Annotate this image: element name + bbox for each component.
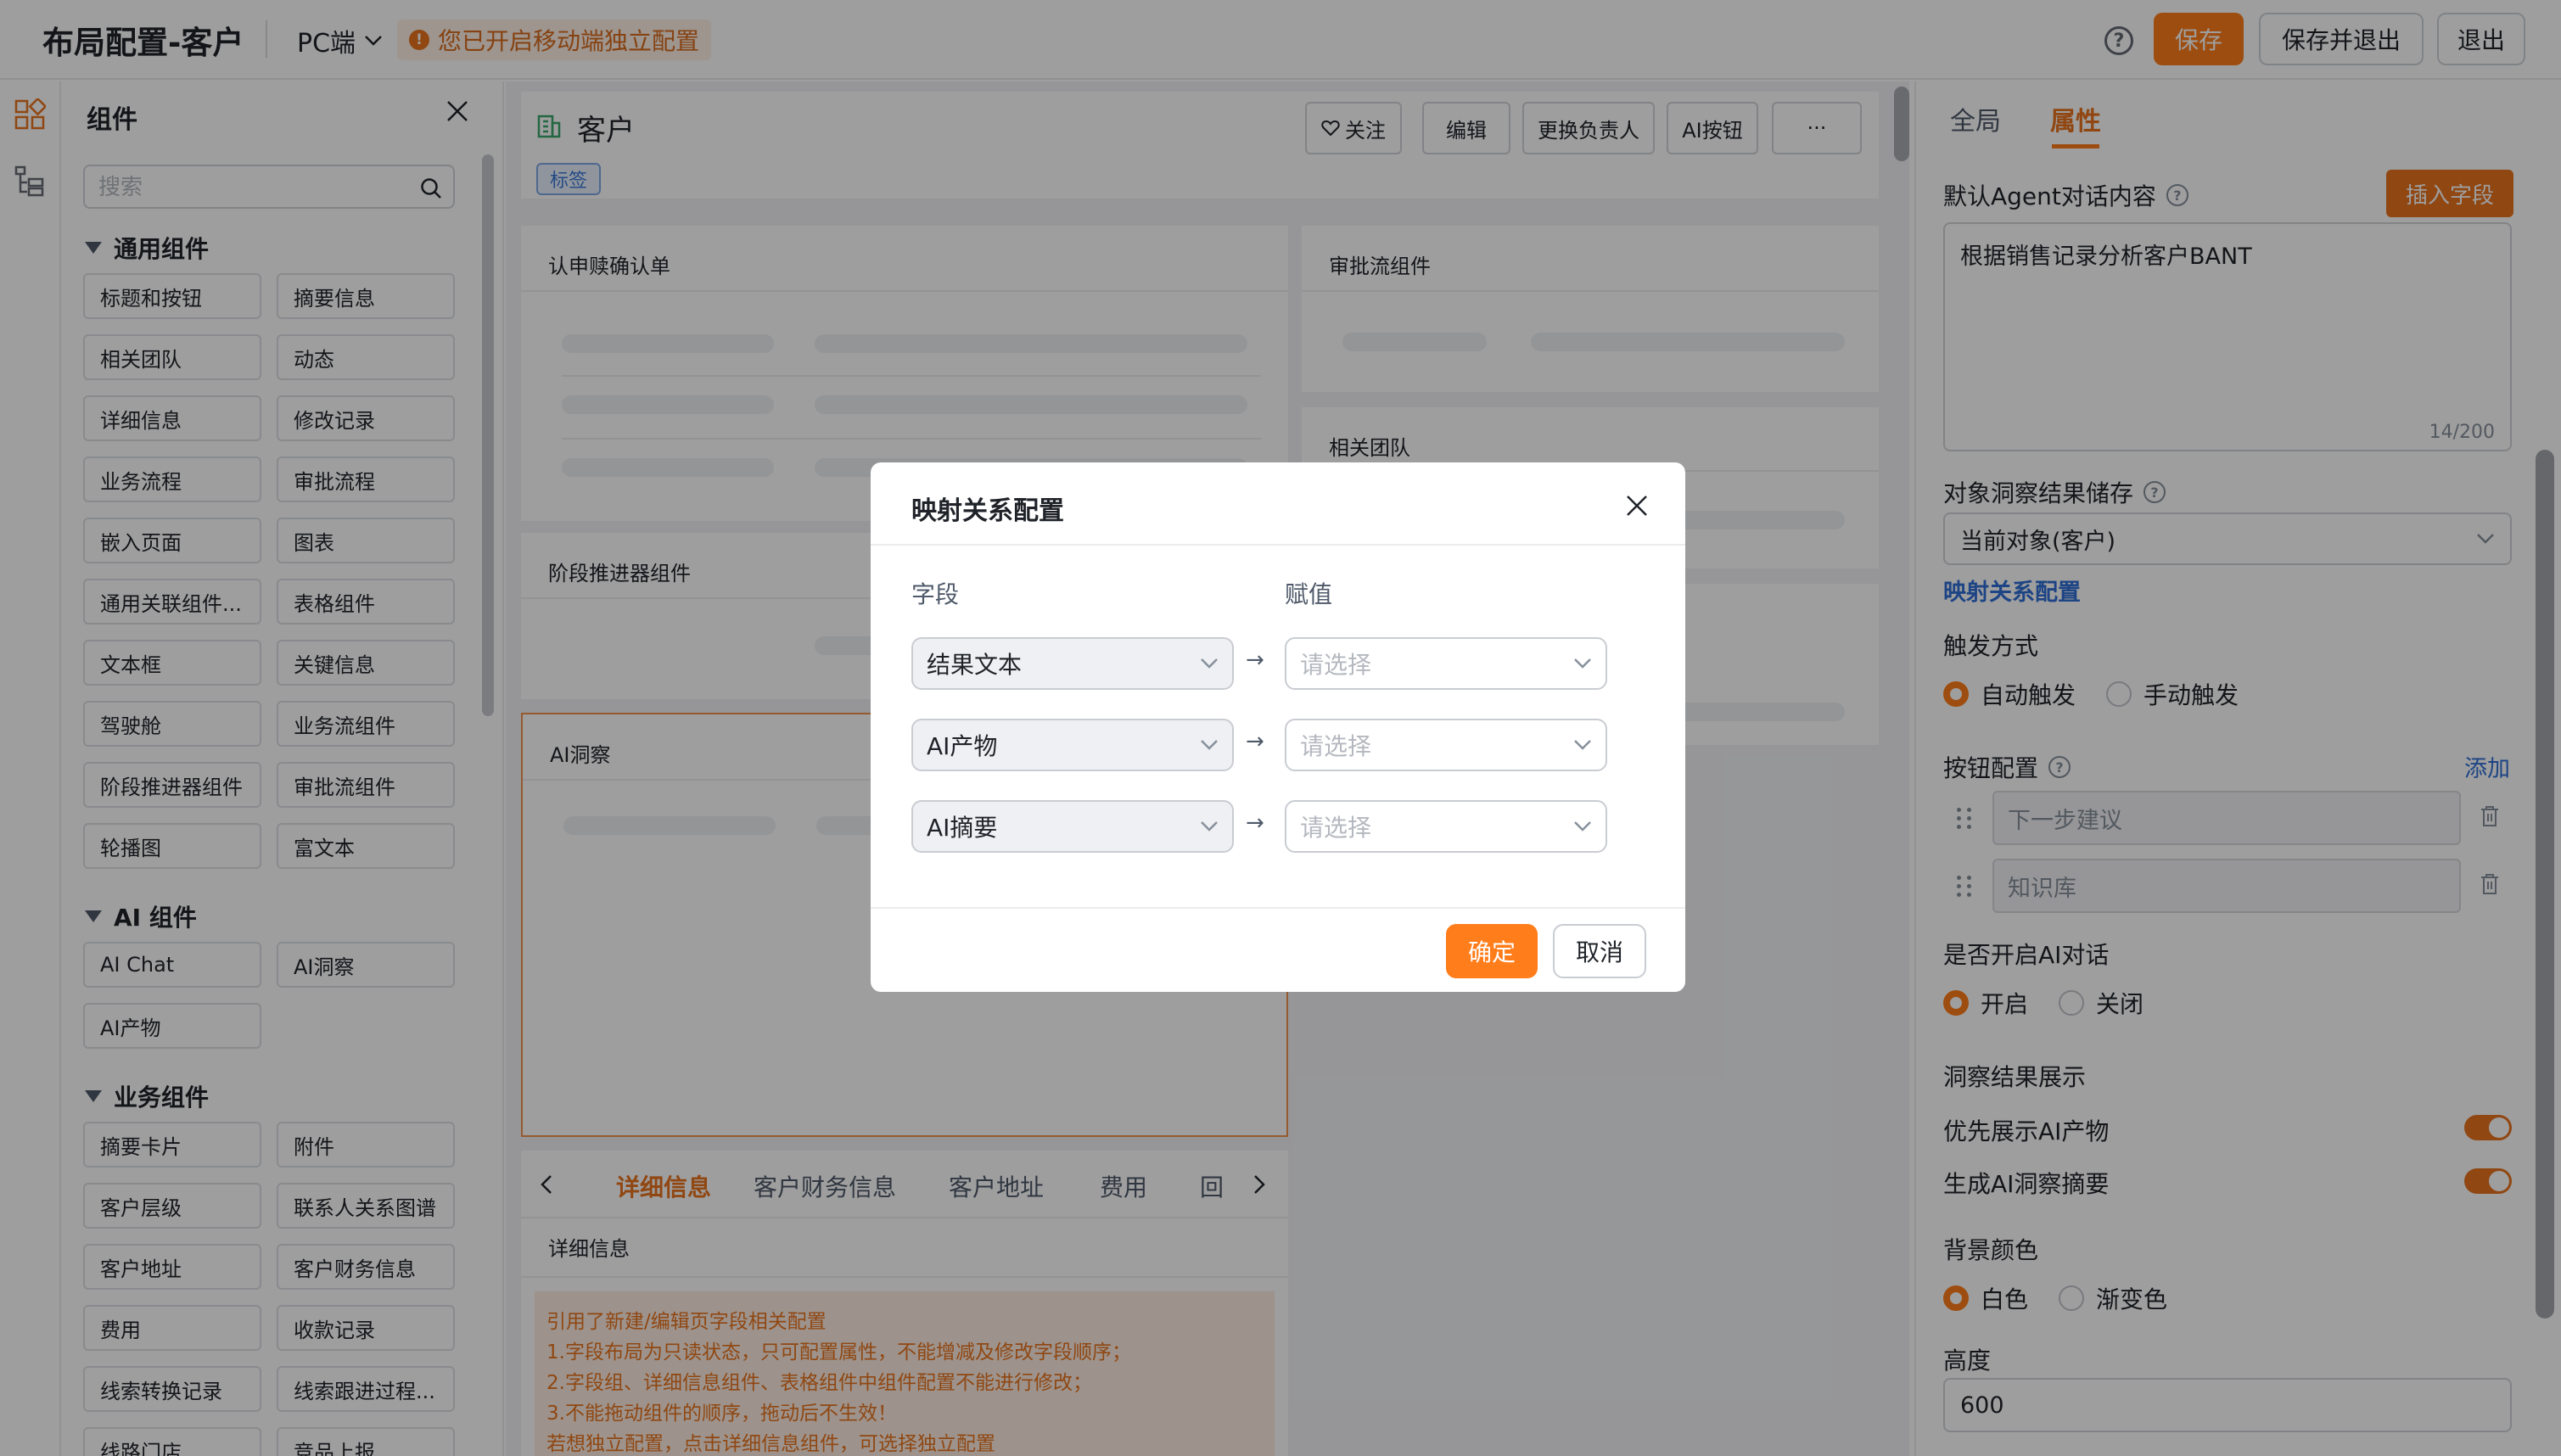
close-icon[interactable] — [1624, 493, 1650, 518]
value-select-placeholder: 请选择 — [1300, 651, 1372, 679]
modal-divider — [871, 544, 1685, 546]
arrow-right-icon: → — [1246, 647, 1264, 673]
confirm-button[interactable]: 确定 — [1446, 924, 1538, 978]
value-select[interactable]: 请选择 — [1285, 800, 1607, 853]
mapping-config-modal: 映射关系配置 字段 赋值 结果文本 → 请选择 AI产物 → 请选择 AI摘要 → 请选择 确定… — [871, 462, 1685, 992]
field-select-value: AI产物 — [927, 732, 998, 760]
field-select[interactable]: AI摘要 — [911, 800, 1234, 853]
chevron-down-icon — [1573, 820, 1592, 832]
arrow-right-icon: → — [1246, 729, 1264, 754]
value-select-placeholder: 请选择 — [1300, 814, 1372, 842]
field-select[interactable]: AI产物 — [911, 719, 1234, 771]
field-select[interactable]: 结果文本 — [911, 637, 1234, 690]
field-select-value: 结果文本 — [927, 651, 1023, 679]
modal-divider — [871, 907, 1685, 909]
value-select[interactable]: 请选择 — [1285, 719, 1607, 771]
cancel-button[interactable]: 取消 — [1553, 924, 1646, 978]
value-select[interactable]: 请选择 — [1285, 637, 1607, 690]
value-select-placeholder: 请选择 — [1300, 732, 1372, 760]
field-column-header: 字段 — [911, 580, 960, 608]
value-column-header: 赋值 — [1285, 580, 1333, 608]
chevron-down-icon — [1200, 658, 1219, 669]
chevron-down-icon — [1200, 739, 1219, 751]
chevron-down-icon — [1573, 739, 1592, 751]
chevron-down-icon — [1573, 658, 1592, 669]
field-select-value: AI摘要 — [927, 814, 998, 842]
arrow-right-icon: → — [1246, 810, 1264, 836]
chevron-down-icon — [1200, 820, 1219, 832]
modal-title: 映射关系配置 — [911, 496, 1064, 526]
